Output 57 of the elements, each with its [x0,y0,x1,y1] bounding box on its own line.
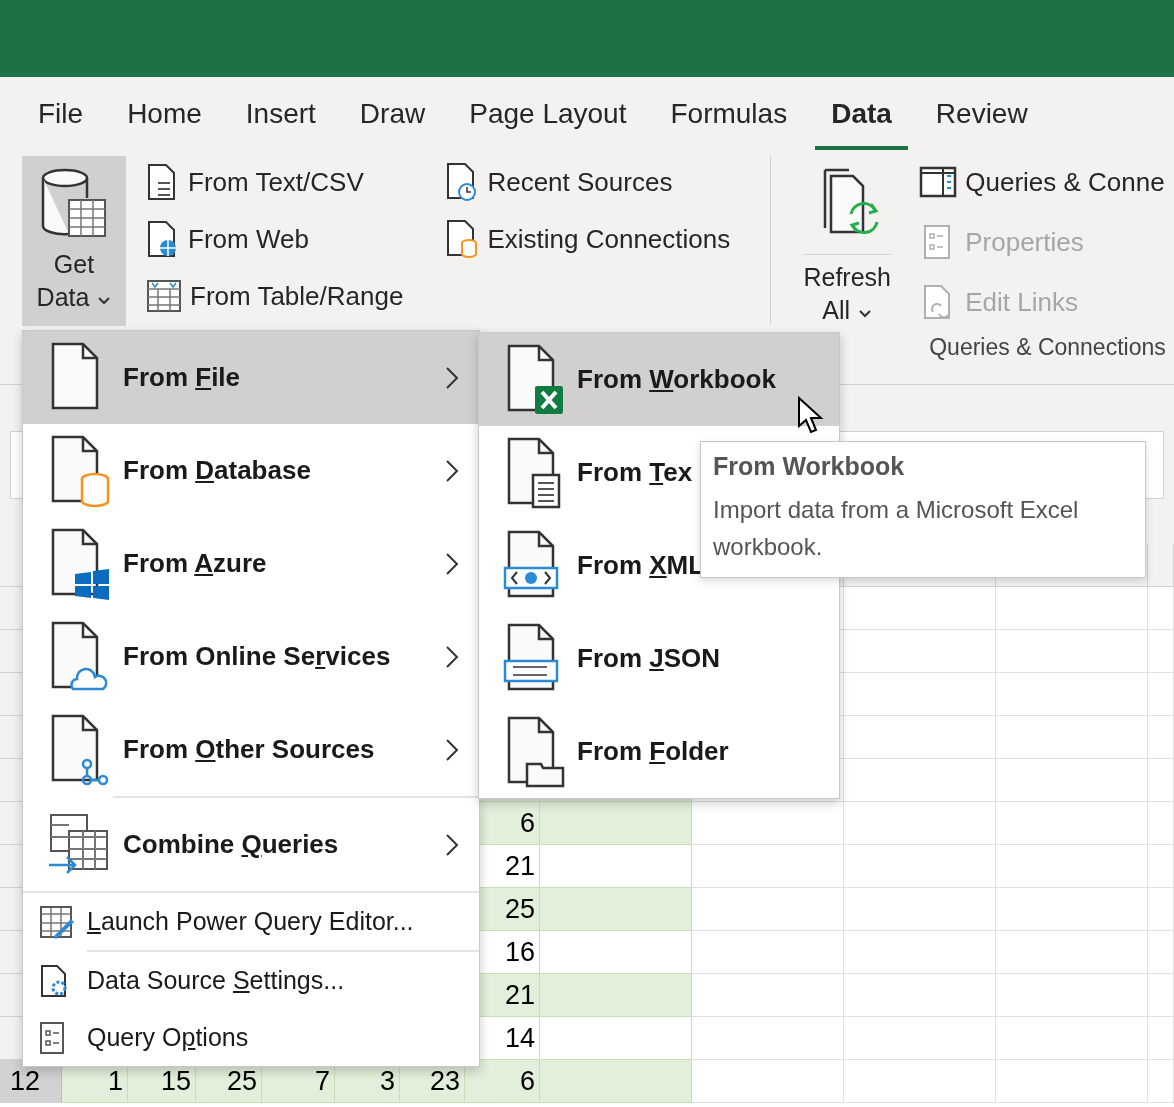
menu-item[interactable]: From Folder [479,705,839,798]
mouse-pointer-icon [797,396,825,436]
spreadsheet-cell [1148,673,1174,716]
tooltip-text: Import data from a Microsoft Excel workbook. [713,495,1080,562]
menu-item[interactable]: From Workbook [479,333,839,426]
chevron-right-icon [445,644,459,669]
group-label: Queries & Connections [928,333,1166,361]
chevron-right-icon [445,737,459,762]
spreadsheet-cell [1148,759,1174,802]
menu-item[interactable]: Combine Queries [23,798,479,891]
ribbon-tab[interactable]: Formulas [654,77,804,150]
ribbon-button[interactable]: From Web [146,219,404,259]
column-header[interactable] [1148,544,1174,587]
spreadsheet-cell [1148,587,1174,630]
menu-item[interactable]: From Azure [23,517,479,610]
table-cell: 6 [465,1060,540,1103]
caret-icon [97,295,112,306]
tooltip-title: From Workbook [713,452,906,481]
options-list-icon [39,1020,67,1055]
table-icon [146,279,182,313]
get-data-button[interactable]: Get Data [22,156,126,326]
spreadsheet-cell [1148,802,1174,845]
menu-item[interactable]: From JSON [479,612,839,705]
database-document-icon [445,219,480,259]
spreadsheet-cell [1148,974,1174,1017]
menu-item[interactable]: From Other Sources [23,703,479,796]
caret-icon [858,308,873,319]
ribbon-tab[interactable]: Page Layout [453,77,643,150]
spreadsheet-cell [1148,716,1174,759]
spreadsheet-cell [1148,845,1174,888]
table-edit-icon [39,904,75,939]
refresh-all-button[interactable]: Refresh All [799,156,896,326]
spreadsheet-cell [1148,1017,1174,1060]
chevron-right-icon [445,832,459,857]
menu-item[interactable]: Launch Power Query Editor... [23,893,479,950]
settings-document-icon [39,963,69,998]
ribbon-button[interactable]: Queries & Conne [919,162,1165,202]
spreadsheet-cell [1148,630,1174,673]
ribbon-button[interactable]: From Table/Range [146,276,404,316]
ribbon-button[interactable]: Existing Connections [445,219,731,259]
menu-item[interactable]: From Online Services [23,610,479,703]
chevron-right-icon [445,458,459,483]
database-table-icon [39,168,109,240]
ribbon-tab[interactable]: File [22,77,100,150]
ribbon-tab[interactable]: Draw [343,77,442,150]
chevron-right-icon [445,551,459,576]
ribbon-button[interactable]: From Text/CSV [146,162,404,202]
ribbon-button[interactable]: Recent Sources [445,162,731,202]
chevron-right-icon [445,365,459,390]
ribbon-tab[interactable]: Insert [229,77,332,150]
spreadsheet-cell [1148,931,1174,974]
ribbon-tab[interactable]: Review [919,77,1044,150]
menu-item[interactable]: From Database [23,424,479,517]
spreadsheet-cell [1148,888,1174,931]
ribbon-tab[interactable]: Home [111,77,218,150]
menu-item[interactable]: From File [23,331,479,424]
side-panel-icon [919,165,958,199]
